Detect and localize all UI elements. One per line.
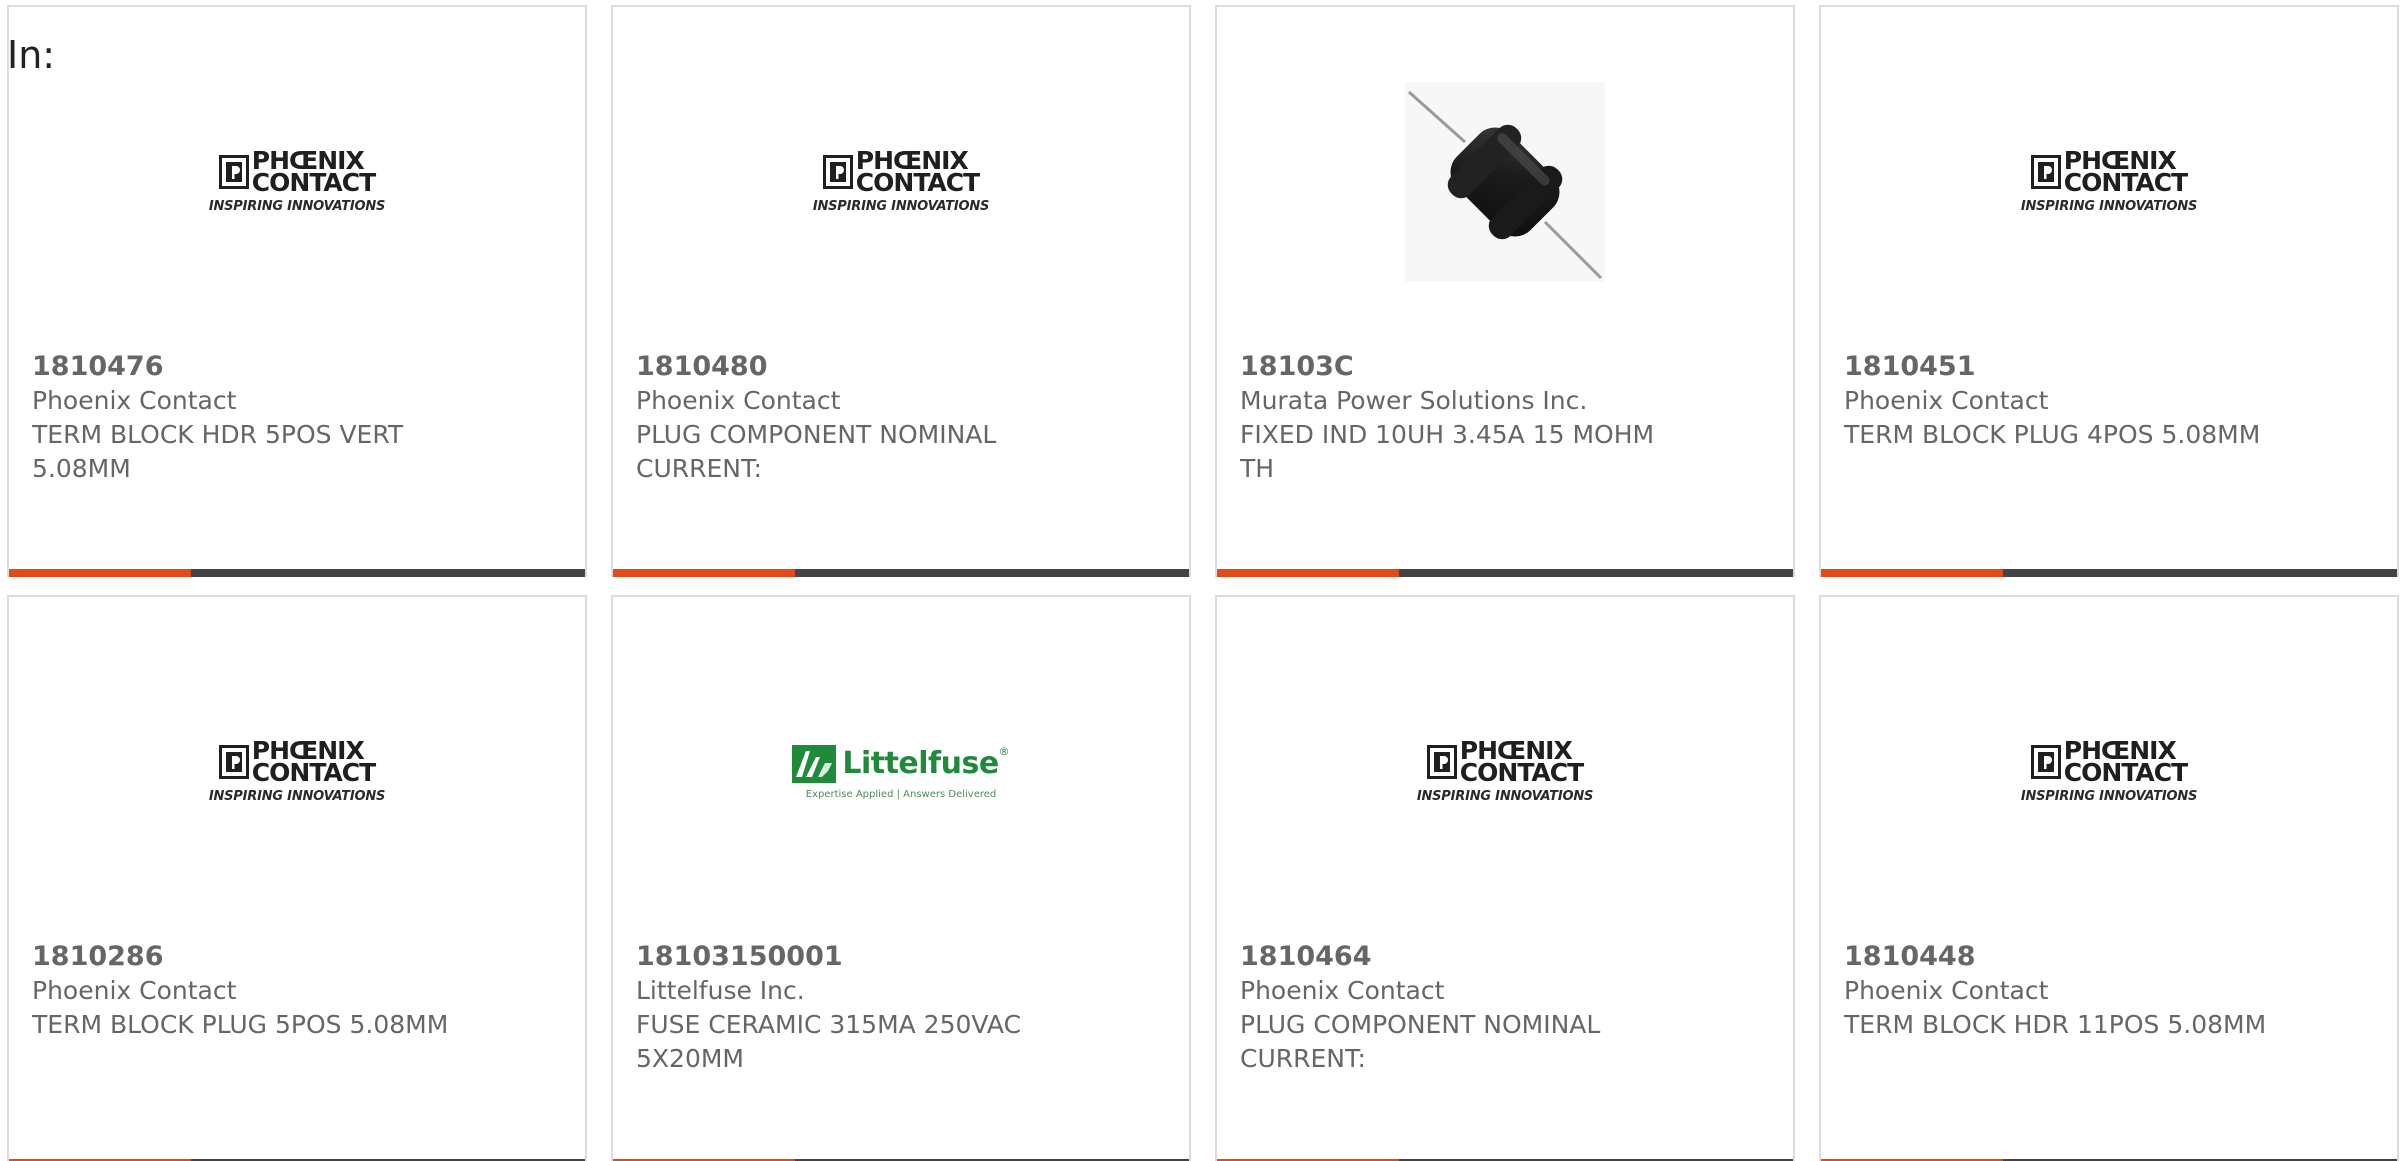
product-description: PLUG COMPONENT NOMINAL CURRENT: — [636, 420, 997, 483]
card-accent-bar — [9, 569, 191, 577]
phoenix-logo-tagline: INSPIRING INNOVATIONS — [2020, 789, 2198, 804]
phoenix-logo-line2: CONTACT — [251, 758, 376, 787]
product-image: PHŒNIX CONTACT INSPIRING INNOVATIONS — [9, 657, 585, 887]
product-description: FUSE CERAMIC 315MA 250VAC 5X20MM — [636, 1010, 1022, 1073]
product-image: PHŒNIX CONTACT INSPIRING INNOVATIONS — [9, 67, 585, 297]
product-description: TERM BLOCK HDR 11POS 5.08MM — [1844, 1010, 2267, 1039]
product-grid: PHŒNIX CONTACT INSPIRING INNOVATIONS 1810… — [7, 5, 2399, 1161]
part-number[interactable]: 1810286 — [32, 940, 462, 974]
product-image: Littelfuse ® Expertise Applied | Answers… — [613, 657, 1189, 887]
phoenix-logo-line2: CONTACT — [251, 168, 376, 197]
manufacturer-name: Phoenix Contact — [1240, 976, 1445, 1005]
part-number[interactable]: 1810451 — [1844, 350, 2274, 384]
card-accent-bar — [613, 569, 795, 577]
product-results-page: In: PHŒNIX CONTACT INSPIRING INNOVATIONS … — [0, 0, 2400, 1161]
littelfuse-mark-icon — [792, 744, 837, 783]
phoenix-contact-mark-icon — [2030, 745, 2061, 779]
product-description: TERM BLOCK PLUG 5POS 5.08MM — [32, 1010, 449, 1039]
phoenix-contact-logo: PHŒNIX CONTACT INSPIRING INNOVATIONS — [194, 738, 400, 804]
littelfuse-logo-tagline: Expertise Applied | Answers Delivered — [805, 788, 997, 800]
phoenix-contact-mark-icon — [2030, 155, 2061, 189]
part-number[interactable]: 1810480 — [636, 350, 1066, 384]
phoenix-contact-mark-icon — [218, 745, 249, 779]
phoenix-contact-logo: PHŒNIX CONTACT INSPIRING INNOVATIONS — [194, 148, 400, 214]
product-image: PHŒNIX CONTACT INSPIRING INNOVATIONS — [1821, 657, 2397, 887]
product-card[interactable]: 18103C Murata Power Solutions Inc. FIXED… — [1215, 5, 1795, 577]
manufacturer-name: Phoenix Contact — [1844, 386, 2049, 415]
product-card[interactable]: PHŒNIX CONTACT INSPIRING INNOVATIONS 1810… — [7, 5, 587, 577]
product-card[interactable]: Littelfuse ® Expertise Applied | Answers… — [611, 595, 1191, 1161]
product-description: TERM BLOCK PLUG 4POS 5.08MM — [1844, 420, 2261, 449]
littelfuse-logo: Littelfuse ® Expertise Applied | Answers… — [792, 744, 1010, 800]
product-card[interactable]: PHŒNIX CONTACT INSPIRING INNOVATIONS 1810… — [1215, 595, 1795, 1161]
part-number[interactable]: 18103150001 — [636, 940, 1066, 974]
part-number[interactable]: 1810448 — [1844, 940, 2274, 974]
phoenix-contact-logo: PHŒNIX CONTACT INSPIRING INNOVATIONS — [798, 148, 1004, 214]
product-card[interactable]: PHŒNIX CONTACT INSPIRING INNOVATIONS 1810… — [611, 5, 1191, 577]
phoenix-logo-tagline: INSPIRING INNOVATIONS — [208, 789, 386, 804]
manufacturer-name: Phoenix Contact — [636, 386, 841, 415]
product-image: PHŒNIX CONTACT INSPIRING INNOVATIONS — [613, 67, 1189, 297]
product-description: FIXED IND 10UH 3.45A 15 MOHM TH — [1240, 420, 1655, 483]
phoenix-logo-tagline: INSPIRING INNOVATIONS — [1416, 789, 1594, 804]
product-image — [1217, 67, 1793, 297]
part-number[interactable]: 1810476 — [32, 350, 462, 384]
inductor-photo — [1405, 82, 1605, 282]
manufacturer-name: Phoenix Contact — [32, 386, 237, 415]
manufacturer-name: Phoenix Contact — [1844, 976, 2049, 1005]
part-number[interactable]: 1810464 — [1240, 940, 1670, 974]
product-card[interactable]: PHŒNIX CONTACT INSPIRING INNOVATIONS 1810… — [7, 595, 587, 1161]
product-image: PHŒNIX CONTACT INSPIRING INNOVATIONS — [1821, 67, 2397, 297]
manufacturer-name: Murata Power Solutions Inc. — [1240, 386, 1588, 415]
phoenix-logo-line2: CONTACT — [855, 168, 980, 197]
part-number[interactable]: 18103C — [1240, 350, 1670, 384]
phoenix-logo-line2: CONTACT — [2063, 758, 2188, 787]
phoenix-logo-tagline: INSPIRING INNOVATIONS — [2020, 199, 2198, 214]
product-card[interactable]: PHŒNIX CONTACT INSPIRING INNOVATIONS 1810… — [1819, 5, 2399, 577]
card-accent-bar — [1821, 569, 2003, 577]
phoenix-contact-logo: PHŒNIX CONTACT INSPIRING INNOVATIONS — [1402, 738, 1608, 804]
product-image: PHŒNIX CONTACT INSPIRING INNOVATIONS — [1217, 657, 1793, 887]
phoenix-contact-mark-icon — [218, 155, 249, 189]
product-description: PLUG COMPONENT NOMINAL CURRENT: — [1240, 1010, 1601, 1073]
littelfuse-logo-name: Littelfuse — [842, 745, 999, 781]
manufacturer-name: Phoenix Contact — [32, 976, 237, 1005]
phoenix-contact-logo: PHŒNIX CONTACT INSPIRING INNOVATIONS — [2006, 738, 2212, 804]
phoenix-contact-logo: PHŒNIX CONTACT INSPIRING INNOVATIONS — [2006, 148, 2212, 214]
phoenix-contact-mark-icon — [1426, 745, 1457, 779]
phoenix-logo-tagline: INSPIRING INNOVATIONS — [812, 199, 990, 214]
product-description: TERM BLOCK HDR 5POS VERT 5.08MM — [32, 420, 404, 483]
phoenix-logo-tagline: INSPIRING INNOVATIONS — [208, 199, 386, 214]
phoenix-contact-mark-icon — [822, 155, 853, 189]
phoenix-logo-line2: CONTACT — [1459, 758, 1584, 787]
in-label: In: — [7, 33, 56, 77]
product-card[interactable]: PHŒNIX CONTACT INSPIRING INNOVATIONS 1810… — [1819, 595, 2399, 1161]
phoenix-logo-line2: CONTACT — [2063, 168, 2188, 197]
littelfuse-registered-mark: ® — [998, 744, 1010, 758]
card-accent-bar — [1217, 569, 1399, 577]
manufacturer-name: Littelfuse Inc. — [636, 976, 805, 1005]
